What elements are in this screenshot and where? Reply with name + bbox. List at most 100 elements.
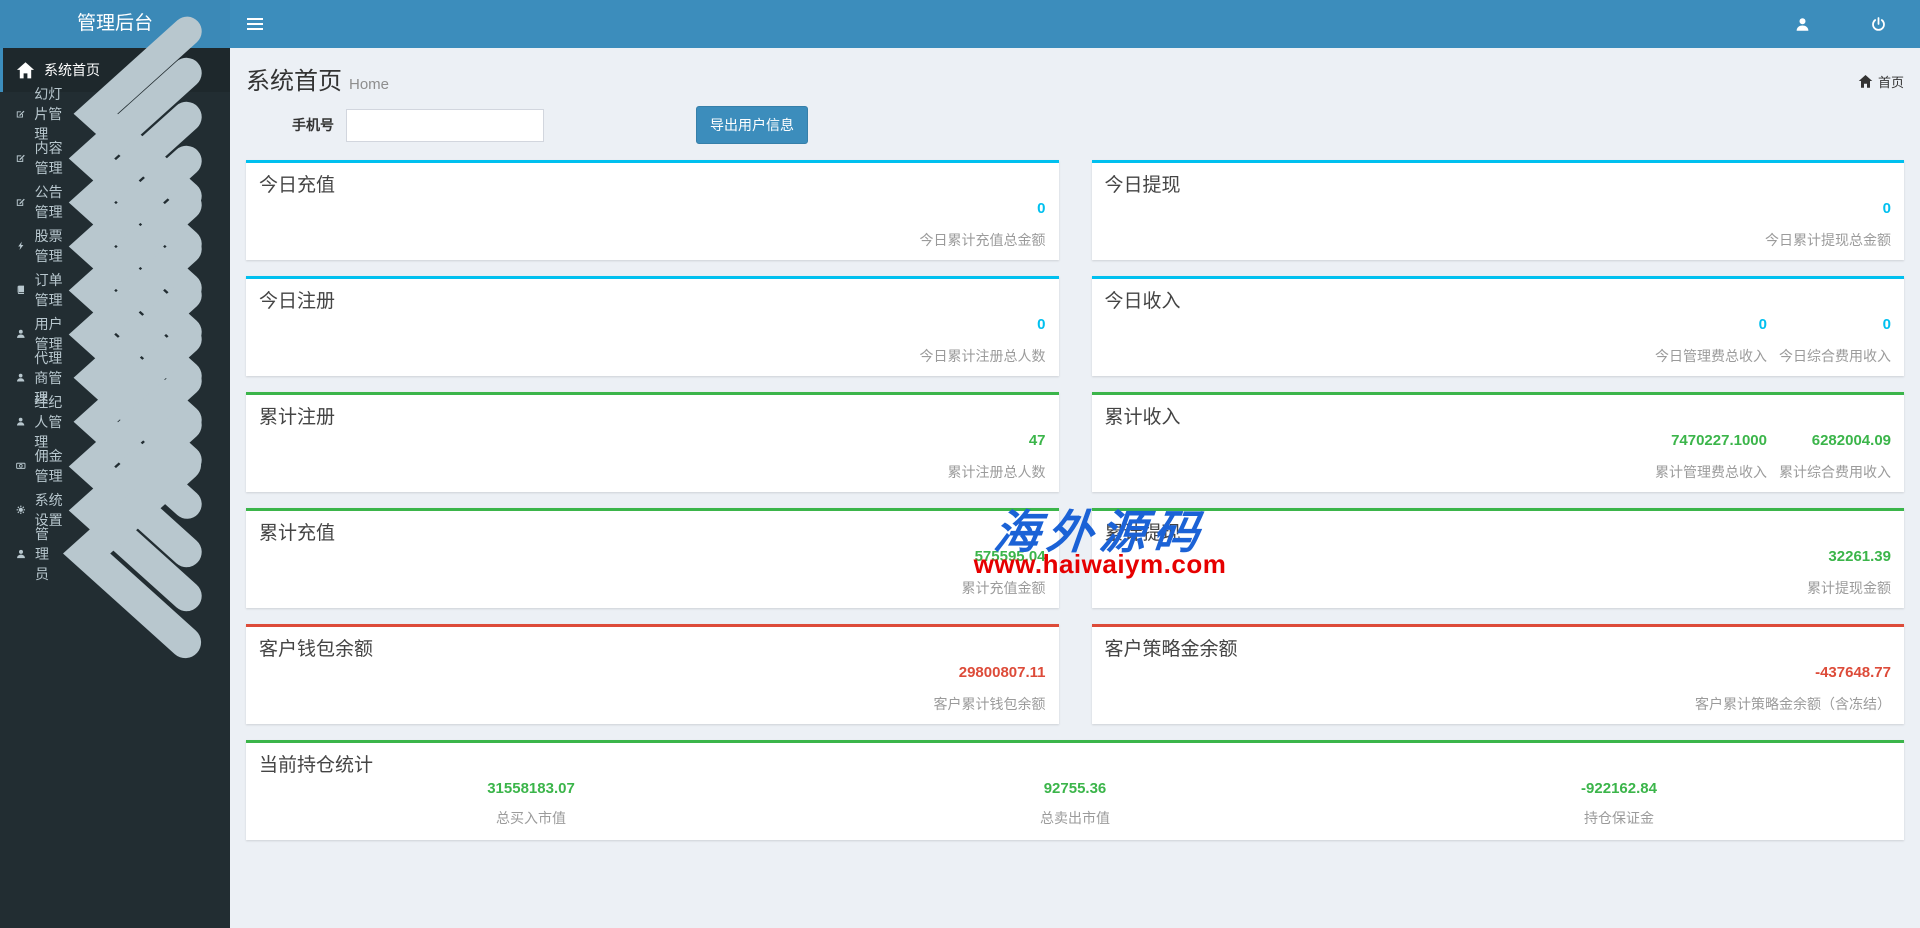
card-caption: 持仓保证金 [1584,810,1654,826]
sidebar-item-label: 内容管理 [34,140,63,176]
stat-card-wallet-balance: 客户钱包余额 29800807.11 客户累计钱包余额 [246,624,1059,724]
chevron-left-icon [57,445,215,662]
card-value: 0 [1882,316,1891,333]
card-title: 客户策略金余额 [1104,639,1238,660]
card-caption: 今日累计注册总人数 [919,348,1046,364]
card-value: 575595.04 [974,548,1046,565]
sidebar-item-label: 公告管理 [34,184,63,220]
card-title: 当前持仓统计 [259,755,374,776]
card-title: 今日注册 [259,291,336,312]
stat-card-total-withdraw: 累计提现 32261.39 累计提现金额 [1091,508,1904,608]
sidebar-item-label: 管理员 [35,526,49,582]
user-icon [1795,17,1810,32]
stat-card-total-recharge: 累计充值 575595.04 累计充值金额 [246,508,1059,608]
home-icon [16,61,35,80]
card-caption: 总卖出市值 [1040,810,1110,826]
card-value: 29800807.11 [958,664,1046,681]
stat-sub: 6282004.09 累计综合费用收入 [1779,432,1891,483]
search-form: 手机号 导出用户信息 [246,106,1904,144]
stat-card-today-income: 今日收入 0 今日管理费总收入 0 今日综合费用收入 [1091,276,1904,376]
sidebar: 系统首页 幻灯片管理 内容管理 公告管理 股票管理 订单管理 用户管理 代理商管… [0,16,230,928]
main-content: 系统首页 Home 首页 手机号 导出用户信息 今日充值 0 今日累计充值总金额 … [230,48,1920,928]
user-menu-button[interactable] [1782,0,1822,48]
bolt-icon [16,241,26,251]
card-value: 0 [1758,316,1767,333]
stat-card-strategy-balance: 客户策略金余额 -437648.77 客户累计策略金余额（含冻结） [1091,624,1904,724]
card-title: 累计收入 [1104,407,1181,428]
card-value: -922162.84 [1581,780,1657,797]
user-icon [16,373,25,382]
export-users-button[interactable]: 导出用户信息 [696,106,808,144]
sidebar-item-admins[interactable]: 管理员 [0,449,230,659]
card-value: 0 [1882,200,1891,217]
logout-button[interactable] [1858,0,1898,48]
user-icon [16,549,26,559]
card-title: 今日收入 [1104,291,1181,312]
money-icon [16,461,26,471]
edit-icon [16,153,26,163]
card-caption: 客户累计钱包余额 [933,696,1046,712]
card-caption: 客户累计策略金余额（含冻结） [1695,696,1891,712]
breadcrumb[interactable]: 首页 [1858,72,1904,91]
user-icon [16,417,25,426]
card-value: 0 [1037,316,1046,333]
card-caption: 总买入市值 [496,810,566,826]
card-caption: 今日管理费总收入 [1655,348,1767,364]
card-caption: 累计综合费用收入 [1779,464,1891,480]
card-value: 0 [1037,200,1046,217]
book-icon [16,285,26,295]
navbar-main [230,0,1920,48]
stat-sub: 0 今日管理费总收入 [1655,316,1767,367]
card-value: 7470227.1000 [1671,432,1767,449]
user-icon [16,329,26,339]
home-icon [1858,74,1873,89]
stat-sub: -922162.84 持仓保证金 [1347,780,1891,828]
phone-input[interactable] [346,108,544,142]
power-icon [1871,16,1886,32]
gear-icon [16,505,26,515]
page-subtitle: Home [349,76,390,93]
card-caption: 累计注册总人数 [947,464,1046,480]
edit-icon [16,197,26,207]
card-value: 92755.36 [1043,780,1107,797]
card-title: 今日提现 [1104,175,1181,196]
stat-sub: 92755.36 总卖出市值 [803,780,1347,828]
card-value: 32261.39 [1828,548,1891,565]
page-title: 系统首页 Home [246,68,390,95]
card-caption: 今日累计充值总金额 [919,232,1046,248]
phone-label: 手机号 [292,117,334,133]
card-title: 累计充值 [259,523,336,544]
card-title: 累计提现 [1104,523,1181,544]
stat-card-total-register: 累计注册 47 累计注册总人数 [246,392,1059,492]
card-caption: 今日累计提现总金额 [1765,232,1891,248]
hamburger-icon [247,18,263,20]
card-title: 客户钱包余额 [259,639,374,660]
stat-sub: 0 今日综合费用收入 [1779,316,1891,367]
stat-cards: 今日充值 0 今日累计充值总金额 今日提现 0 今日累计提现总金额 今日注册 0… [230,160,1920,840]
stat-card-today-register: 今日注册 0 今日累计注册总人数 [246,276,1059,376]
content-header: 系统首页 Home 首页 [230,48,1920,96]
card-title: 累计注册 [259,407,336,428]
stat-sub: 7470227.1000 累计管理费总收入 [1655,432,1767,483]
card-caption: 今日综合费用收入 [1779,348,1891,364]
stat-card-today-withdraw: 今日提现 0 今日累计提现总金额 [1091,160,1904,260]
card-value: 47 [1028,432,1046,449]
card-title: 今日充值 [259,175,336,196]
sidebar-item-label: 股票管理 [34,228,63,264]
card-value: -437648.77 [1815,664,1891,681]
card-caption: 累计提现金额 [1807,580,1891,596]
stat-card-today-recharge: 今日充值 0 今日累计充值总金额 [246,160,1059,260]
sidebar-toggle-button[interactable] [230,0,280,48]
top-navbar: 管理后台 [0,0,1920,48]
stat-sub: 31558183.07 总买入市值 [259,780,803,828]
card-value: 6282004.09 [1811,432,1891,449]
stat-card-total-income: 累计收入 7470227.1000 累计管理费总收入 6282004.09 累计… [1091,392,1904,492]
edit-icon [16,109,25,118]
navbar-right [1782,0,1898,48]
sidebar-item-label: 订单管理 [34,272,63,308]
stat-card-position-stats: 当前持仓统计 31558183.07 总买入市值 92755.36 总卖出市值 … [246,740,1904,840]
card-caption: 累计管理费总收入 [1655,464,1767,480]
card-value: 31558183.07 [487,780,575,797]
card-caption: 累计充值金额 [961,580,1046,596]
breadcrumb-home-label: 首页 [1877,75,1904,90]
